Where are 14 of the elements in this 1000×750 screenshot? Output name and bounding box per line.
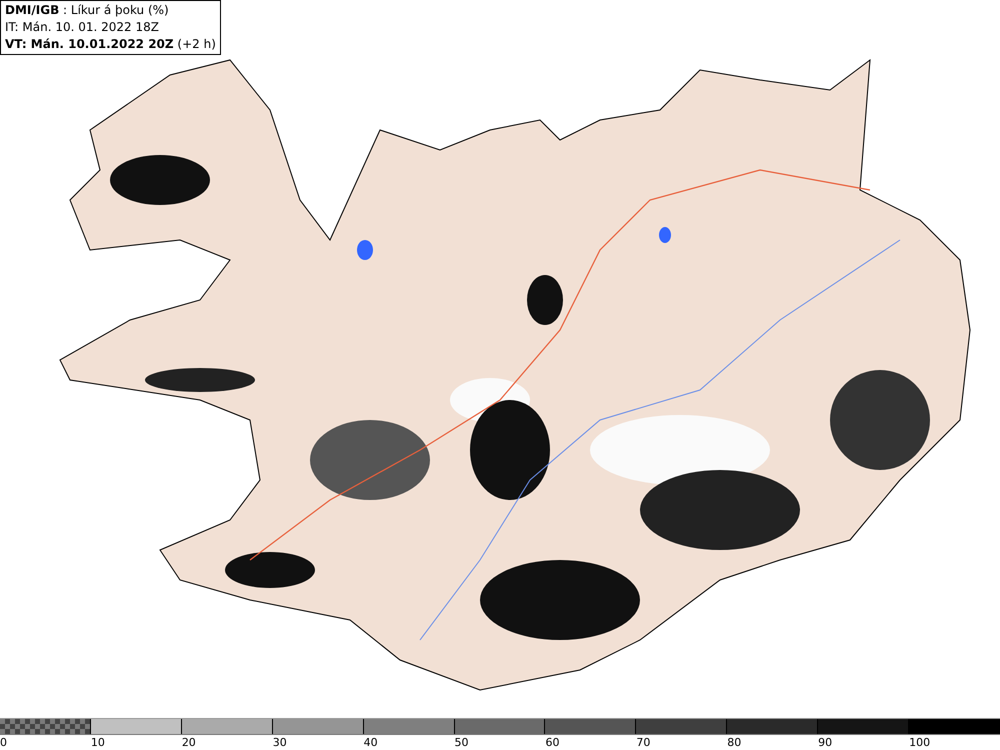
issue-time: IT: Mán. 10. 01. 2022 18Z	[5, 19, 160, 36]
legend-label: 70	[636, 735, 650, 750]
legend-label: 40	[364, 735, 378, 750]
legend-label: 90	[818, 735, 832, 750]
legend-label: 10	[90, 735, 105, 750]
valid-time: VT: Mán. 10.01.2022 20Z (+2 h)	[5, 36, 216, 53]
legend-label: 20	[182, 735, 196, 750]
map-title: DMI/IGB : Líkur á þoku (%)	[5, 2, 170, 19]
legend-label: 50	[454, 735, 469, 750]
legend-label: 100	[909, 735, 930, 750]
legend-label: 80	[727, 735, 742, 750]
legend-label: 0	[0, 735, 7, 750]
legend-label: 30	[272, 735, 287, 750]
legend-label: 60	[545, 735, 560, 750]
